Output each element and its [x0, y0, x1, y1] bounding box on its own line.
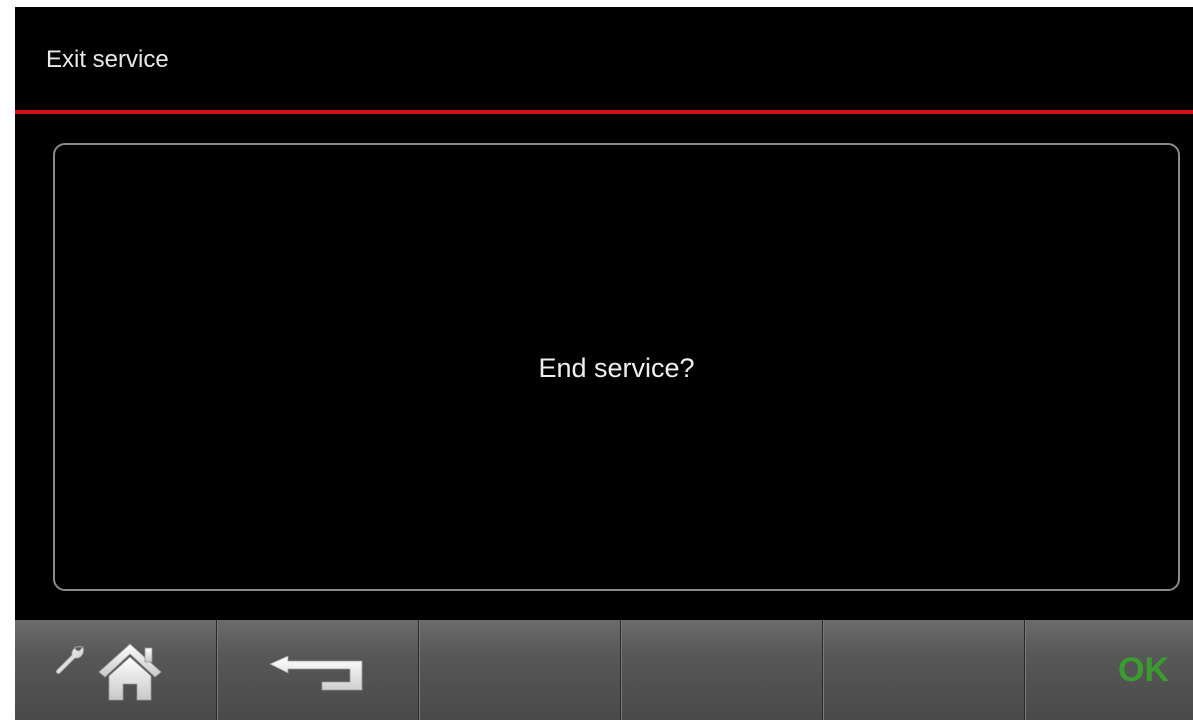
wrench-icon: [55, 646, 84, 675]
title-bar: Exit service: [15, 7, 1193, 110]
softkey-4[interactable]: [621, 620, 823, 720]
device-screen: Exit service End service? OK: [15, 7, 1193, 720]
service-home-button[interactable]: [15, 620, 217, 720]
back-button[interactable]: [217, 620, 419, 720]
confirmation-dialog: End service?: [53, 143, 1180, 591]
softkey-5[interactable]: [823, 620, 1025, 720]
back-arrow-icon: [269, 655, 363, 691]
title-divider: [15, 110, 1193, 114]
page-title: Exit service: [46, 46, 169, 73]
ok-button[interactable]: OK: [1025, 620, 1193, 720]
dialog-message: End service?: [538, 353, 695, 383]
softkey-bar: OK: [15, 620, 1193, 720]
home-icon: [98, 643, 162, 701]
softkey-3[interactable]: [419, 620, 621, 720]
ok-label: OK: [1118, 651, 1169, 689]
